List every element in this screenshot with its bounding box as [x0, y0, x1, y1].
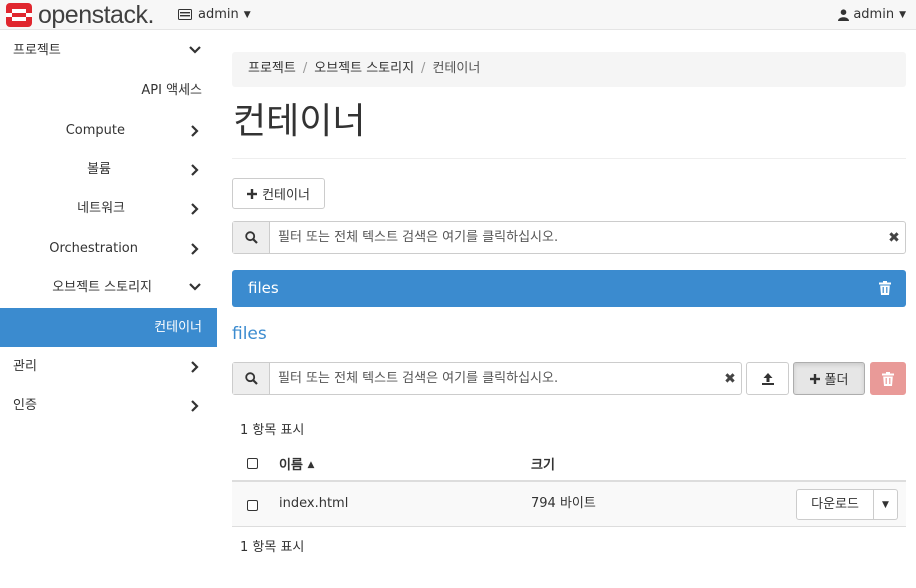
- caret-down-icon: ▼: [899, 9, 906, 20]
- download-split-button: 다운로드 ▼: [796, 489, 898, 520]
- trash-icon: [882, 371, 894, 386]
- container-filter: 필터 또는 전체 텍스트 검색은 여기를 클릭하십시오. ✖: [232, 221, 906, 254]
- delete-objects-button[interactable]: [870, 362, 906, 395]
- sidebar-item-label: 인증: [13, 398, 37, 413]
- sidebar-item-admin[interactable]: 관리: [0, 347, 217, 386]
- breadcrumb-separator: /: [302, 61, 308, 76]
- breadcrumb-link-project[interactable]: 프로젝트: [248, 61, 296, 76]
- search-icon: [233, 363, 270, 394]
- sort-up-icon: ▲: [307, 460, 315, 470]
- item-count-bottom: 1 항목 표시: [240, 540, 305, 555]
- chevron-right-icon: [189, 347, 201, 386]
- plus-icon: [809, 373, 820, 384]
- openstack-logo-mark: [6, 3, 32, 27]
- sidebar: 프로젝트 API 액세스 Compute 볼륨 네트워크 Orchestrati…: [0, 30, 217, 588]
- chevron-down-icon: [189, 31, 201, 70]
- sidebar-item-compute[interactable]: Compute: [0, 111, 217, 150]
- sidebar-item-label: 네트워크: [77, 201, 125, 216]
- objects-heading: files: [232, 324, 267, 344]
- breadcrumb-link-object-storage[interactable]: 오브젝트 스토리지: [314, 61, 414, 76]
- chevron-right-icon: [189, 386, 201, 425]
- server-icon: [178, 9, 192, 20]
- chevron-right-icon: [189, 229, 201, 268]
- close-icon[interactable]: ✖: [719, 363, 741, 394]
- create-container-button[interactable]: 컨테이너: [232, 178, 325, 209]
- download-button[interactable]: 다운로드: [796, 489, 874, 520]
- caret-down-icon: ▼: [243, 9, 251, 20]
- table-row: index.html 794 바이트 다운로드 ▼: [232, 482, 906, 527]
- sidebar-item-label: Compute: [65, 123, 125, 138]
- create-container-label: 컨테이너: [262, 188, 310, 203]
- sidebar-item-label: 볼륨: [87, 162, 111, 177]
- object-filter: 필터 또는 전체 텍스트 검색은 여기를 클릭하십시오. ✖: [232, 362, 742, 395]
- sidebar-item-label: API 액세스: [141, 83, 202, 98]
- object-size: 794 바이트: [531, 496, 596, 511]
- sidebar-item-containers[interactable]: 컨테이너: [0, 308, 217, 347]
- sidebar-item-label: 프로젝트: [13, 43, 61, 58]
- openstack-logo[interactable]: openstack.: [6, 2, 154, 28]
- upload-icon: [761, 372, 774, 385]
- sidebar-item-label: 오브젝트 스토리지: [52, 280, 152, 295]
- name-column-header[interactable]: 이름 ▲: [279, 454, 314, 473]
- create-folder-button[interactable]: 폴더: [793, 362, 865, 395]
- top-navbar: openstack. admin ▼ admin ▼: [0, 0, 916, 30]
- caret-down-icon[interactable]: ▼: [874, 489, 898, 520]
- upload-button[interactable]: [746, 362, 789, 395]
- create-folder-label: 폴더: [824, 373, 849, 388]
- trash-icon[interactable]: [879, 281, 891, 295]
- chevron-right-icon: [189, 111, 201, 150]
- chevron-right-icon: [189, 189, 201, 228]
- sidebar-item-api-access[interactable]: API 액세스: [0, 71, 217, 110]
- item-count-top: 1 항목 표시: [240, 423, 305, 438]
- breadcrumb: 프로젝트 / 오브젝트 스토리지 / 컨테이너: [232, 52, 906, 87]
- search-icon: [233, 222, 270, 253]
- name-column-label: 이름: [279, 458, 303, 473]
- select-all-checkbox[interactable]: [247, 458, 258, 469]
- close-icon[interactable]: ✖: [883, 222, 905, 253]
- sidebar-item-project[interactable]: 프로젝트: [0, 31, 217, 70]
- sidebar-item-label: 관리: [13, 359, 37, 374]
- breadcrumb-separator: /: [421, 61, 426, 76]
- sidebar-item-network[interactable]: 네트워크: [0, 189, 217, 228]
- logo-text: openstack.: [38, 1, 154, 29]
- container-filter-input[interactable]: 필터 또는 전체 텍스트 검색은 여기를 클릭하십시오.: [270, 222, 883, 253]
- object-filter-input[interactable]: 필터 또는 전체 텍스트 검색은 여기를 클릭하십시오.: [270, 363, 719, 394]
- page-title: 컨테이너: [233, 101, 366, 142]
- sidebar-item-identity[interactable]: 인증: [0, 386, 217, 425]
- sidebar-item-volumes[interactable]: 볼륨: [0, 150, 217, 189]
- row-checkbox[interactable]: [247, 500, 258, 511]
- size-column-header[interactable]: 크기: [531, 454, 555, 473]
- chevron-right-icon: [189, 150, 201, 189]
- divider: [232, 158, 906, 159]
- sidebar-item-orchestration[interactable]: Orchestration: [0, 229, 217, 268]
- sidebar-item-object-storage[interactable]: 오브젝트 스토리지: [0, 268, 217, 307]
- sidebar-item-label: Orchestration: [49, 241, 138, 256]
- container-list-item[interactable]: files: [232, 270, 906, 307]
- user-dropdown[interactable]: admin ▼: [838, 7, 906, 22]
- chevron-down-icon: [189, 268, 201, 307]
- plus-icon: [247, 188, 258, 199]
- user-dropdown-label: admin: [853, 7, 895, 22]
- project-dropdown-label: admin: [198, 7, 239, 22]
- user-icon: [838, 8, 850, 21]
- breadcrumb-current: 컨테이너: [432, 61, 481, 76]
- sidebar-item-label: 컨테이너: [154, 320, 202, 335]
- object-name[interactable]: index.html: [279, 482, 348, 526]
- container-name: files: [248, 279, 279, 297]
- project-dropdown[interactable]: admin ▼: [178, 7, 251, 22]
